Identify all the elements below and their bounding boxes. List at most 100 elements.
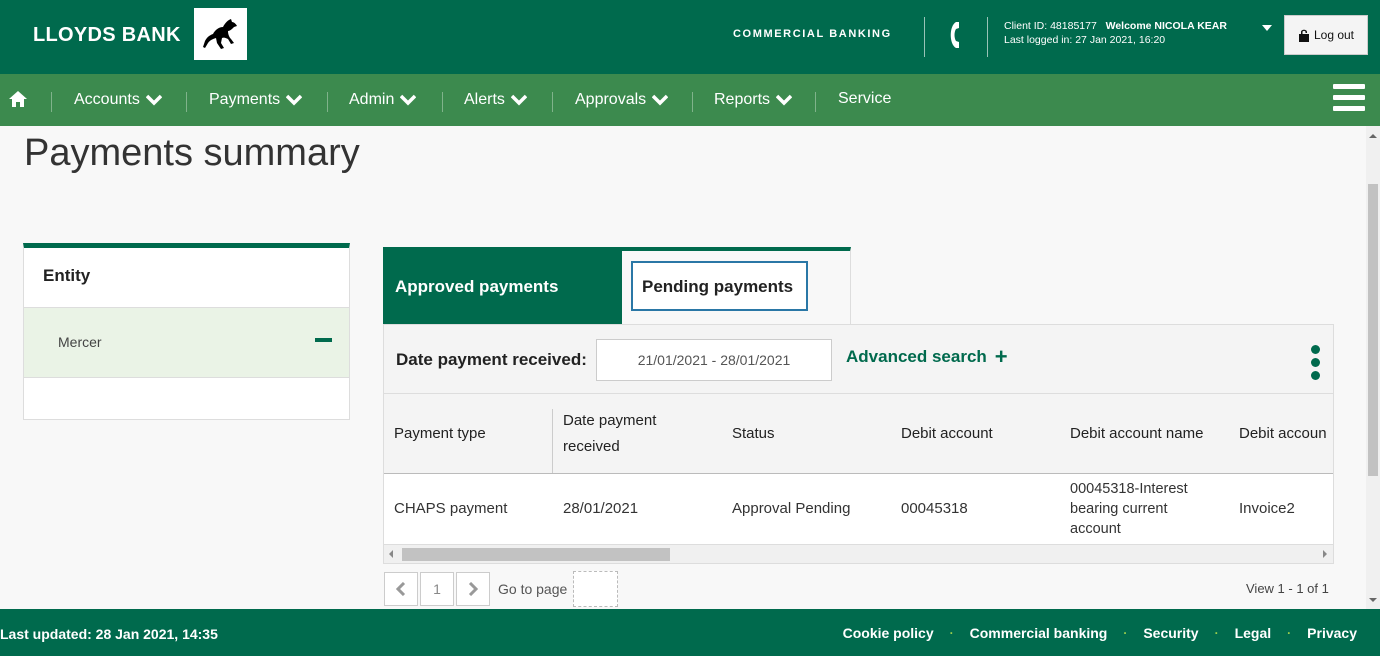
nav-label: Accounts <box>74 91 140 108</box>
nav-separator <box>692 92 693 112</box>
home-icon[interactable] <box>8 90 28 108</box>
footer-dot: · <box>1214 626 1219 640</box>
scroll-left-icon[interactable] <box>389 550 393 558</box>
plus-icon: + <box>994 344 1008 369</box>
column-header[interactable]: Debit accoun <box>1239 421 1327 447</box>
chevron-right-icon <box>468 582 478 596</box>
brand-name[interactable]: LLOYDS BANK <box>33 24 181 47</box>
nav-admin[interactable]: Admin <box>349 91 417 109</box>
view-count: View 1 - 1 of 1 <box>1246 581 1329 596</box>
pagination: 1 Go to page <box>384 571 619 607</box>
footer: Last updated: 28 Jan 2021, 14:35 Cookie … <box>0 609 1380 656</box>
advanced-search-label: Advanced search <box>846 347 987 366</box>
table-row[interactable]: CHAPS payment 28/01/2021 Approval Pendin… <box>384 474 1333 544</box>
header-divider <box>987 17 988 57</box>
scroll-down-icon[interactable] <box>1369 598 1377 602</box>
padlock-icon <box>1298 29 1309 42</box>
payments-panel: Date payment received: 21/01/2021 - 28/0… <box>383 324 1334 564</box>
advanced-search-link[interactable]: Advanced search + <box>846 344 1008 369</box>
header-divider <box>924 17 925 57</box>
chevron-down-icon <box>652 94 669 106</box>
nav-label: Service <box>838 90 892 107</box>
logout-label: Log out <box>1313 28 1355 42</box>
footer-links: Cookie policy · Commercial banking · Sec… <box>843 625 1357 641</box>
chevron-down-icon <box>776 94 793 106</box>
footer-link-cookie-policy[interactable]: Cookie policy <box>843 625 934 641</box>
welcome-user[interactable]: Welcome NICOLA KEAR <box>1106 20 1227 32</box>
nav-service[interactable]: Service <box>838 90 891 108</box>
logout-button[interactable]: Log out <box>1284 15 1368 55</box>
nav-approvals[interactable]: Approvals <box>575 91 669 109</box>
nav-separator <box>51 92 52 112</box>
cell-status: Approval Pending <box>732 500 851 517</box>
nav-alerts[interactable]: Alerts <box>464 91 527 109</box>
cell-reference: Invoice2 <box>1239 500 1295 517</box>
nav-accounts[interactable]: Accounts <box>74 91 162 109</box>
nav-separator <box>186 92 187 112</box>
table-header: Payment type Date payment received Statu… <box>384 394 1333 474</box>
collapse-minus-icon[interactable] <box>315 338 332 342</box>
column-header[interactable]: Payment type <box>394 421 486 447</box>
goto-page-input[interactable] <box>573 571 619 607</box>
tab-pending-payments[interactable]: Pending payments <box>631 261 808 311</box>
nav-label: Reports <box>714 91 771 108</box>
nav-label: Payments <box>209 91 281 108</box>
footer-link-legal[interactable]: Legal <box>1235 625 1272 641</box>
chevron-down-icon <box>400 94 417 106</box>
entity-panel: Entity Mercer <box>23 243 350 420</box>
cell-date: 28/01/2021 <box>563 500 639 517</box>
commercial-banking-label: COMMERCIAL BANKING <box>733 28 892 40</box>
column-header[interactable]: Debit account <box>901 421 993 447</box>
vertical-scrollbar[interactable] <box>1366 126 1380 609</box>
chevron-left-icon <box>396 582 406 596</box>
date-range-input[interactable]: 21/01/2021 - 28/01/2021 <box>596 339 832 381</box>
nav-label: Approvals <box>575 91 647 108</box>
column-header[interactable]: Status <box>732 421 775 447</box>
column-separator <box>552 409 553 473</box>
chevron-down-icon <box>145 94 162 106</box>
client-id: Client ID: 48185177 <box>1004 20 1097 32</box>
kebab-menu-icon[interactable] <box>1311 345 1323 381</box>
entity-item-label: Mercer <box>58 334 102 350</box>
next-page-button[interactable] <box>456 572 490 606</box>
scrollbar-thumb[interactable] <box>1368 184 1378 476</box>
footer-link-commercial-banking[interactable]: Commercial banking <box>970 625 1108 641</box>
tab-approved-payments[interactable]: Approved payments <box>383 247 622 325</box>
top-header: LLOYDS BANK COMMERCIAL BANKING Client ID… <box>0 0 1380 74</box>
entity-item-mercer[interactable]: Mercer <box>24 308 349 378</box>
footer-link-security[interactable]: Security <box>1143 625 1198 641</box>
nav-separator <box>815 92 816 112</box>
goto-page-label: Go to page <box>498 581 568 597</box>
filter-row: Date payment received: 21/01/2021 - 28/0… <box>384 325 1333 394</box>
footer-link-privacy[interactable]: Privacy <box>1307 625 1357 641</box>
horizontal-scrollbar[interactable] <box>384 544 1333 563</box>
scrollbar-thumb[interactable] <box>402 548 670 561</box>
current-page[interactable]: 1 <box>420 572 454 606</box>
chevron-down-icon <box>286 94 303 106</box>
user-menu-caret-icon[interactable] <box>1262 25 1272 31</box>
scroll-right-icon[interactable] <box>1323 550 1327 558</box>
nav-separator <box>442 92 443 112</box>
prev-page-button[interactable] <box>384 572 418 606</box>
column-header[interactable]: Debit account name <box>1070 421 1203 447</box>
footer-dot: · <box>949 626 954 640</box>
page-title: Payments summary <box>24 132 360 174</box>
horse-logo-icon[interactable] <box>194 8 247 60</box>
tab-pending-payments-wrap: Pending payments <box>622 247 851 325</box>
nav-separator <box>552 92 553 112</box>
column-header[interactable]: Date payment received <box>563 408 683 460</box>
nav-payments[interactable]: Payments <box>209 91 303 109</box>
cell-payment-type: CHAPS payment <box>394 500 508 517</box>
main-nav: Accounts Payments Admin Alerts Approvals… <box>0 74 1380 126</box>
nav-reports[interactable]: Reports <box>714 91 793 109</box>
nav-separator <box>327 92 328 112</box>
phone-icon[interactable] <box>946 20 962 50</box>
nav-label: Admin <box>349 91 395 108</box>
cell-debit-account-name: 00045318-Interest bearing current accoun… <box>1070 481 1188 537</box>
hamburger-menu-icon[interactable] <box>1333 84 1365 112</box>
nav-label: Alerts <box>464 91 505 108</box>
last-logged-in: Last logged in: 27 Jan 2021, 16:20 <box>1004 34 1166 46</box>
scroll-up-icon[interactable] <box>1369 134 1377 138</box>
entity-heading: Entity <box>24 248 349 308</box>
footer-dot: · <box>1123 626 1128 640</box>
